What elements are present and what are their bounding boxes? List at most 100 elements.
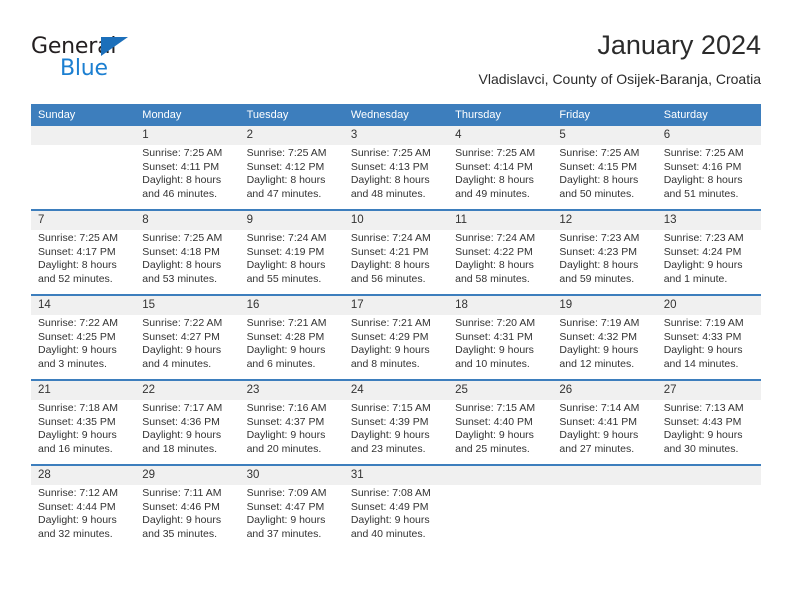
day-cell[interactable]: Sunrise: 7:24 AM Sunset: 4:19 PM Daylight:…: [239, 230, 344, 295]
day-number[interactable]: 6: [656, 126, 761, 145]
day-number[interactable]: 21: [31, 379, 136, 400]
day-cell[interactable]: Sunrise: 7:22 AM Sunset: 4:27 PM Daylight:…: [135, 315, 240, 380]
day-info: Sunrise: 7:25 AM Sunset: 4:17 PM Daylight:…: [38, 232, 129, 286]
day-cell[interactable]: Sunrise: 7:25 AM Sunset: 4:18 PM Daylight:…: [135, 230, 240, 295]
day-number[interactable]: 28: [31, 464, 136, 485]
day-number[interactable]: 25: [448, 379, 553, 400]
day-info: Sunrise: 7:25 AM Sunset: 4:18 PM Daylight:…: [142, 232, 233, 286]
day-info-line: Sunrise: 7:25 AM: [38, 232, 118, 244]
page-header: General Blue January 2024 Vladislavci, C…: [31, 28, 761, 96]
day-cell[interactable]: Sunrise: 7:12 AM Sunset: 4:44 PM Daylight:…: [31, 485, 136, 549]
day-number[interactable]: 29: [135, 464, 240, 485]
day-number[interactable]: 7: [31, 209, 136, 230]
day-cell[interactable]: Sunrise: 7:19 AM Sunset: 4:32 PM Daylight:…: [552, 315, 657, 380]
day-info-line: Sunrise: 7:23 AM: [663, 232, 744, 244]
day-cell[interactable]: Sunrise: 7:14 AM Sunset: 4:41 PM Daylight:…: [552, 400, 657, 465]
week-detail-row: Sunrise: 7:25 AM Sunset: 4:11 PM Daylight:…: [31, 145, 761, 210]
day-cell[interactable]: Sunrise: 7:25 AM Sunset: 4:13 PM Daylight:…: [343, 145, 449, 210]
day-info-line: Daylight: 8 hours: [38, 259, 117, 272]
day-cell[interactable]: Sunrise: 7:18 AM Sunset: 4:35 PM Daylight:…: [31, 400, 136, 465]
day-number[interactable]: 20: [656, 294, 761, 315]
day-info-line: Sunrise: 7:11 AM: [142, 487, 222, 499]
day-info-line: Sunset: 4:14 PM: [455, 160, 533, 173]
day-cell[interactable]: Sunrise: 7:25 AM Sunset: 4:14 PM Daylight:…: [448, 145, 553, 210]
day-number[interactable]: 22: [135, 379, 240, 400]
day-cell[interactable]: Sunrise: 7:11 AM Sunset: 4:46 PM Daylight:…: [135, 485, 240, 549]
day-cell[interactable]: Sunrise: 7:23 AM Sunset: 4:23 PM Daylight:…: [552, 230, 657, 295]
day-info-line: and 40 minutes.: [350, 527, 426, 540]
day-info-line: Sunset: 4:39 PM: [350, 415, 429, 428]
page-subtitle: Vladislavci, County of Osijek-Baranja, C…: [478, 71, 761, 87]
page-title: January 2024: [597, 30, 761, 60]
day-number[interactable]: 8: [135, 209, 240, 230]
day-number[interactable]: 4: [448, 126, 553, 145]
day-number[interactable]: 13: [656, 209, 761, 230]
day-number[interactable]: 23: [239, 379, 344, 400]
day-number[interactable]: 18: [448, 294, 553, 315]
day-number[interactable]: 2: [239, 126, 344, 145]
day-number[interactable]: 1: [135, 126, 240, 145]
day-info-line: Sunset: 4:21 PM: [350, 245, 429, 258]
day-number[interactable]: 16: [239, 294, 344, 315]
day-info: Sunrise: 7:25 AM Sunset: 4:14 PM Daylight:…: [455, 147, 546, 201]
day-cell[interactable]: Sunrise: 7:21 AM Sunset: 4:29 PM Daylight:…: [343, 315, 449, 380]
day-info-line: Sunrise: 7:22 AM: [38, 317, 118, 329]
day-cell[interactable]: Sunrise: 7:25 AM Sunset: 4:17 PM Daylight:…: [31, 230, 136, 295]
day-info: Sunrise: 7:22 AM Sunset: 4:25 PM Daylight:…: [38, 317, 129, 371]
day-number[interactable]: 19: [552, 294, 657, 315]
day-cell[interactable]: Sunrise: 7:24 AM Sunset: 4:21 PM Daylight:…: [343, 230, 449, 295]
day-info-line: and 10 minutes.: [455, 357, 530, 370]
day-info-line: Daylight: 9 hours: [455, 344, 534, 357]
day-info-line: Daylight: 8 hours: [559, 259, 639, 272]
day-cell[interactable]: Sunrise: 7:22 AM Sunset: 4:25 PM Daylight:…: [31, 315, 136, 380]
day-cell[interactable]: Sunrise: 7:20 AM Sunset: 4:31 PM Daylight:…: [448, 315, 553, 380]
day-info-line: Sunset: 4:18 PM: [142, 245, 220, 258]
day-number[interactable]: 24: [343, 379, 449, 400]
day-number[interactable]: 9: [239, 209, 344, 230]
day-number[interactable]: 5: [552, 126, 657, 145]
day-cell[interactable]: Sunrise: 7:16 AM Sunset: 4:37 PM Daylight:…: [239, 400, 344, 465]
day-cell-empty: [31, 145, 136, 210]
day-number[interactable]: 12: [552, 209, 657, 230]
day-cell[interactable]: Sunrise: 7:25 AM Sunset: 4:11 PM Daylight:…: [135, 145, 240, 210]
day-info-line: Sunrise: 7:18 AM: [38, 402, 118, 414]
logo-triangle-icon: [101, 37, 128, 56]
day-cell[interactable]: Sunrise: 7:24 AM Sunset: 4:22 PM Daylight:…: [448, 230, 553, 295]
day-cell[interactable]: Sunrise: 7:17 AM Sunset: 4:36 PM Daylight:…: [135, 400, 240, 465]
calendar-table: Sunday Monday Tuesday Wednesday Thursday Frid…: [31, 104, 761, 549]
day-cell[interactable]: Sunrise: 7:13 AM Sunset: 4:43 PM Daylight:…: [656, 400, 761, 465]
week-daynumber-row: 21 22 23 24 25 26 27: [31, 379, 761, 400]
day-number[interactable]: 14: [31, 294, 136, 315]
day-info-line: Daylight: 9 hours: [663, 259, 743, 272]
day-number[interactable]: 31: [343, 464, 449, 485]
day-number[interactable]: 30: [239, 464, 344, 485]
day-info-line: Sunset: 4:16 PM: [663, 160, 742, 173]
day-cell[interactable]: Sunrise: 7:08 AM Sunset: 4:49 PM Daylight:…: [343, 485, 449, 549]
day-info-line: Sunset: 4:40 PM: [455, 415, 533, 428]
day-number-empty: [448, 464, 553, 485]
day-info-line: Sunrise: 7:24 AM: [350, 232, 431, 244]
day-number[interactable]: 27: [656, 379, 761, 400]
day-cell[interactable]: Sunrise: 7:25 AM Sunset: 4:15 PM Daylight:…: [552, 145, 657, 210]
day-number[interactable]: 17: [343, 294, 449, 315]
day-info-line: Sunrise: 7:15 AM: [455, 402, 536, 414]
day-number[interactable]: 10: [343, 209, 449, 230]
day-number[interactable]: 3: [343, 126, 449, 145]
day-info-line: Sunset: 4:32 PM: [559, 330, 638, 343]
day-cell[interactable]: Sunrise: 7:23 AM Sunset: 4:24 PM Daylight:…: [656, 230, 761, 295]
day-info-line: and 59 minutes.: [559, 272, 635, 285]
day-cell[interactable]: Sunrise: 7:19 AM Sunset: 4:33 PM Daylight:…: [656, 315, 761, 380]
day-cell[interactable]: Sunrise: 7:25 AM Sunset: 4:12 PM Daylight:…: [239, 145, 344, 210]
day-number[interactable]: 15: [135, 294, 240, 315]
day-info-line: and 30 minutes.: [663, 442, 739, 455]
day-cell[interactable]: Sunrise: 7:09 AM Sunset: 4:47 PM Daylight:…: [239, 485, 344, 549]
day-number[interactable]: 11: [448, 209, 553, 230]
day-cell[interactable]: Sunrise: 7:15 AM Sunset: 4:39 PM Daylight:…: [343, 400, 449, 465]
day-info-line: Daylight: 9 hours: [142, 429, 222, 442]
day-info-line: Sunset: 4:43 PM: [663, 415, 742, 428]
day-cell[interactable]: Sunrise: 7:21 AM Sunset: 4:28 PM Daylight:…: [239, 315, 344, 380]
day-number[interactable]: 26: [552, 379, 657, 400]
day-cell[interactable]: Sunrise: 7:25 AM Sunset: 4:16 PM Daylight:…: [656, 145, 761, 210]
day-info-line: Sunrise: 7:25 AM: [246, 147, 327, 159]
day-cell[interactable]: Sunrise: 7:15 AM Sunset: 4:40 PM Daylight:…: [448, 400, 553, 465]
